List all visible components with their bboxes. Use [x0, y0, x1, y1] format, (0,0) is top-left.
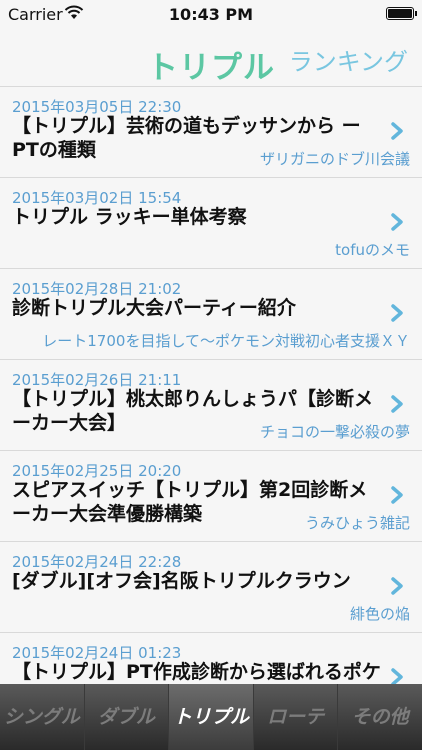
list-item[interactable]: 2015年03月05日 22:30 【トリプル】芸術の道もデッサンから ー PTの…: [0, 87, 422, 178]
entry-source: tofuのメモ: [335, 241, 410, 259]
chevron-right-icon: [391, 395, 403, 413]
nav-bar: トリプル ランキング: [0, 28, 422, 86]
clock: 10:43 PM: [168, 5, 254, 24]
tab-2[interactable]: トリプル: [169, 684, 254, 750]
entry-source: ザリガニのドブ川会議: [259, 150, 410, 168]
chevron-right-icon: [391, 304, 403, 322]
chevron-right-icon: [391, 668, 403, 685]
tab-bar: シングル ダブル トリプル ローテ その他: [0, 684, 422, 750]
chevron-right-icon: [391, 213, 403, 231]
list-item[interactable]: 2015年02月28日 21:02 診断トリプル大会パーティー紹介 レート1700を…: [0, 269, 422, 360]
entry-title: 【トリプル】PT作成診断から選ばれるポケモ: [12, 661, 381, 683]
entry-source: レート1700を目指して〜ポケモン対戦初心者支援ＸＹ: [42, 332, 410, 350]
list-item[interactable]: 2015年02月25日 20:20 スピアスイッチ【トリプル】第2回診断メーカー大…: [0, 451, 422, 542]
list-item[interactable]: 2015年03月02日 15:54 トリプル ラッキー単体考察 tofuのメモ: [0, 178, 422, 269]
chevron-right-icon: [391, 577, 403, 595]
chevron-right-icon: [391, 486, 403, 504]
entry-title: トリプル ラッキー単体考察: [12, 206, 247, 228]
entry-source: 緋色の焔: [349, 605, 410, 623]
entry-title: [ダブル][オフ会]名阪トリプルクラウン: [12, 570, 351, 592]
list-item[interactable]: 2015年02月26日 21:11 【トリプル】桃太郎りんしょうパ【診断メーカー大…: [0, 360, 422, 451]
tab-1[interactable]: ダブル: [85, 684, 170, 750]
article-list[interactable]: 2015年03月05日 22:30 【トリプル】芸術の道もデッサンから ー PTの…: [0, 86, 422, 685]
tab-4[interactable]: その他: [338, 684, 422, 750]
battery-icon: [386, 7, 417, 20]
entry-source: うみひょう雑記: [304, 514, 410, 532]
tab-0[interactable]: シングル: [0, 684, 85, 750]
entry-title: 診断トリプル大会パーティー紹介: [12, 297, 296, 319]
list-item[interactable]: 2015年02月24日 01:23【トリプル】PT作成診断から選ばれるポケモ: [0, 633, 422, 685]
ranking-button[interactable]: ランキング: [289, 42, 408, 77]
tab-3[interactable]: ローテ: [254, 684, 339, 750]
entry-source: チョコの一撃必殺の夢: [259, 423, 410, 441]
status-bar: Carrier 10:43 PM: [0, 0, 422, 28]
chevron-right-icon: [391, 122, 403, 140]
list-item[interactable]: 2015年02月24日 22:28 [ダブル][オフ会]名阪トリプルクラウン 緋色の…: [0, 542, 422, 633]
